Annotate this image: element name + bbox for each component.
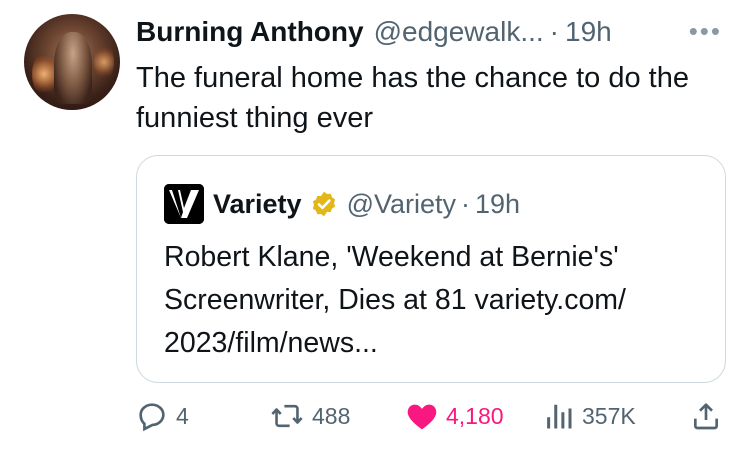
- tweet-header: Burning Anthony @edgewalk... · 19h •••: [136, 14, 730, 50]
- view-count: 357K: [582, 402, 636, 429]
- retweet-button[interactable]: 488: [270, 395, 350, 437]
- avatar-figure: [54, 32, 92, 104]
- quoted-author-handle[interactable]: @Variety: [347, 189, 456, 220]
- tweet-actions: 4 488 4,180 357K: [136, 395, 726, 437]
- reply-icon: [139, 403, 165, 432]
- more-horizontal-icon[interactable]: •••: [689, 16, 722, 47]
- like-count: 4,180: [446, 402, 504, 429]
- tweet-text: The funeral home has the chance to do th…: [136, 62, 689, 134]
- heart-icon: [407, 404, 437, 430]
- share-icon: [694, 403, 718, 430]
- verified-badge-icon: [312, 191, 335, 217]
- separator-dot: ·: [549, 16, 559, 47]
- views-chart-icon: [547, 404, 572, 429]
- variety-logo-icon: [164, 184, 204, 224]
- retweet-count: 488: [312, 402, 351, 429]
- quoted-tweet[interactable]: Variety @Variety · 19h Robert Klane, 'We…: [136, 155, 726, 383]
- author-handle[interactable]: @edgewalk...: [374, 16, 544, 48]
- like-button[interactable]: 4,180: [406, 395, 504, 437]
- share-button[interactable]: [690, 395, 730, 437]
- avatar-glow: [94, 44, 114, 80]
- avatar-glow: [32, 52, 56, 96]
- variety-logo-avatar[interactable]: [164, 184, 204, 224]
- quoted-tweet-timestamp[interactable]: 19h: [475, 189, 520, 220]
- tweet-timestamp[interactable]: 19h: [565, 16, 612, 48]
- separator-dot: ·: [461, 188, 471, 219]
- reply-count: 4: [176, 402, 189, 429]
- author-avatar[interactable]: [24, 14, 120, 110]
- retweet-icon: [271, 404, 303, 428]
- views-button[interactable]: 357K: [544, 395, 636, 437]
- quoted-tweet-header: Variety @Variety · 19h: [164, 184, 520, 224]
- quoted-tweet-text: Robert Klane, 'Weekend at Bernie's' Scre…: [164, 241, 626, 359]
- reply-button[interactable]: 4: [136, 395, 189, 437]
- author-name[interactable]: Burning Anthony: [136, 16, 364, 48]
- quoted-author-name[interactable]: Variety: [213, 189, 302, 220]
